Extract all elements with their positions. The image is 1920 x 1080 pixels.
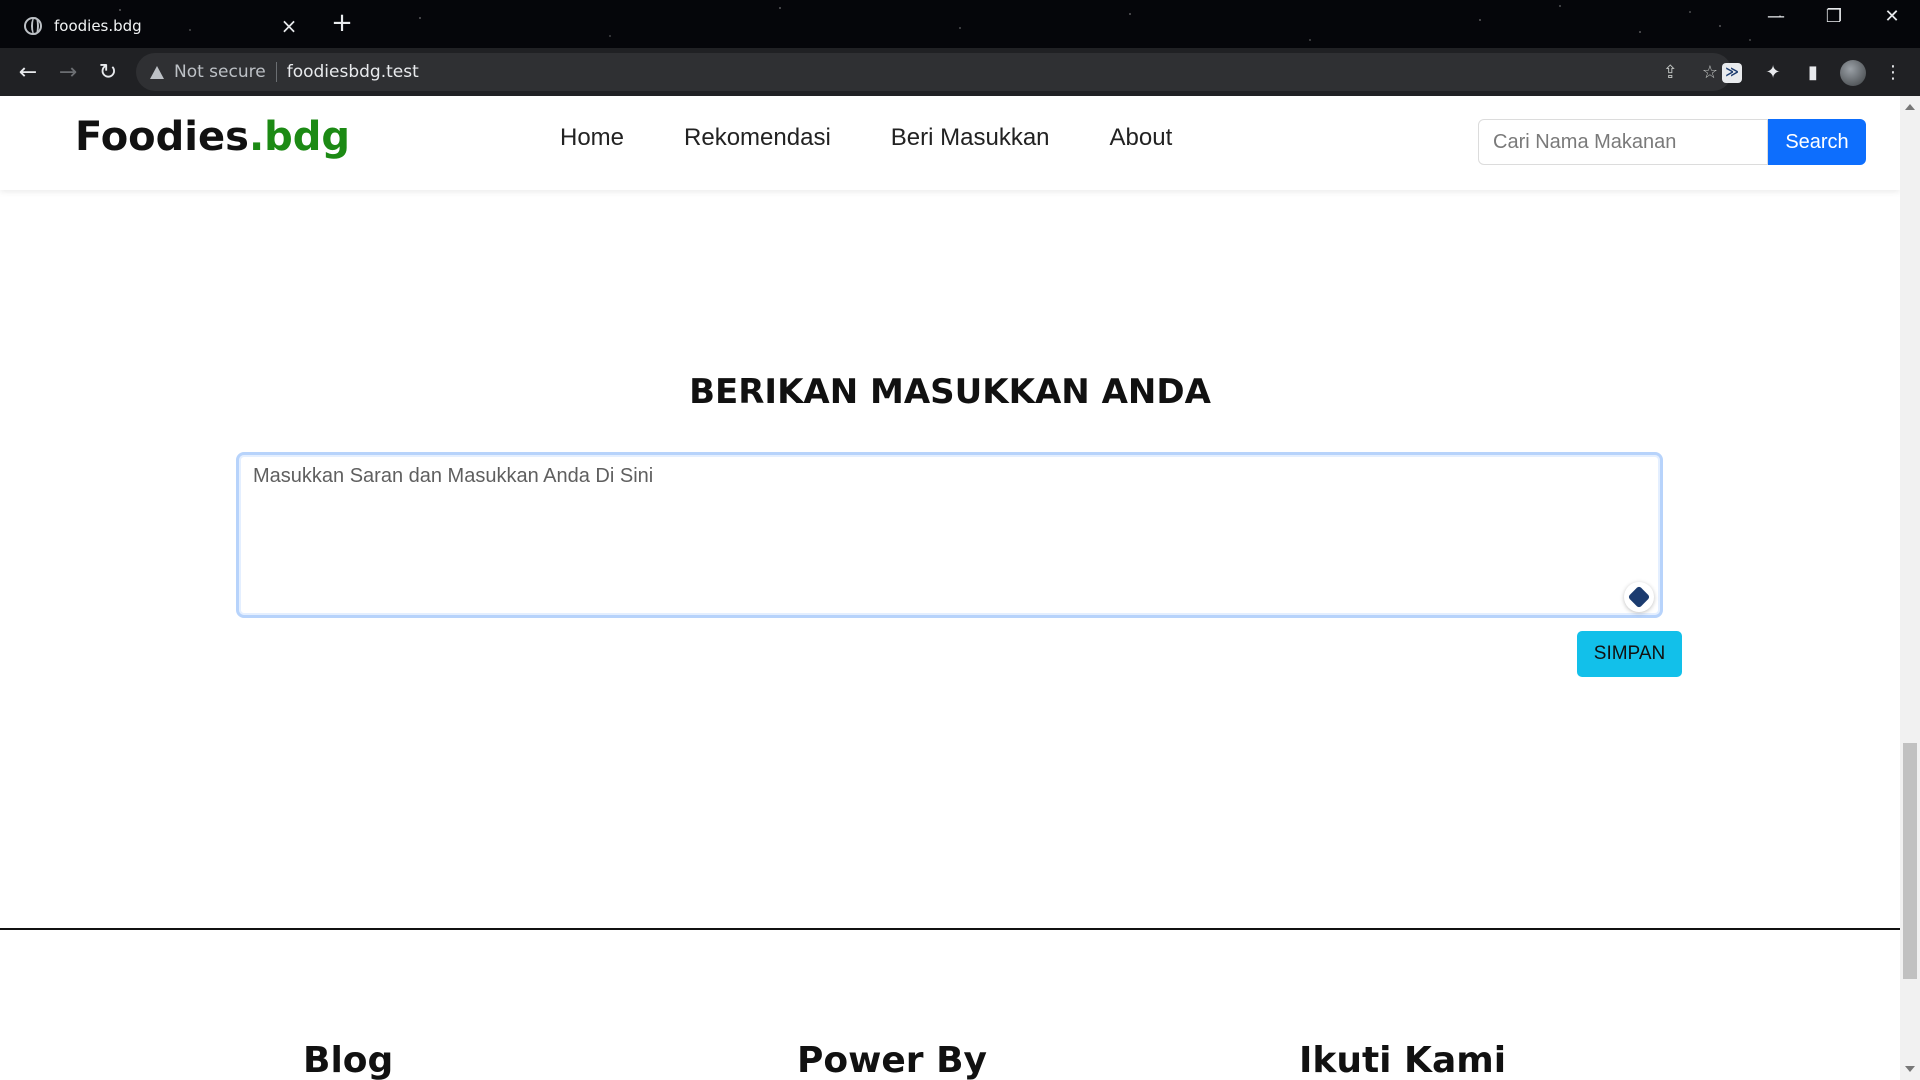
minimize-button[interactable]: — — [1756, 6, 1796, 34]
tab-title: foodies.bdg — [54, 17, 142, 35]
close-window-button[interactable]: ✕ — [1872, 6, 1912, 34]
scroll-down-arrow-icon[interactable] — [1905, 1066, 1915, 1072]
main-menu: Home Rekomendasi Beri Masukkan About — [560, 124, 1172, 152]
nav-item-rekomendasi[interactable]: Rekomendasi — [684, 124, 831, 152]
reload-button[interactable]: ↻ — [88, 52, 128, 92]
footer-heading-ikuti-kami: Ikuti Kami — [1299, 1040, 1507, 1080]
search-input[interactable] — [1478, 119, 1768, 165]
new-tab-button[interactable]: + — [326, 8, 358, 40]
address-bar-actions: ⇪ ☆ — [1663, 62, 1718, 83]
search-form: Search — [1478, 119, 1866, 165]
footer-divider — [0, 928, 1900, 930]
back-button[interactable]: ← — [8, 52, 48, 92]
globe-icon — [24, 17, 42, 35]
page-scrollbar[interactable] — [1900, 96, 1920, 1080]
footer-heading-blog: Blog — [303, 1040, 394, 1080]
brand-logo[interactable]: Foodies.bdg — [75, 114, 350, 160]
puzzle-icon[interactable]: ✦ — [1760, 60, 1786, 86]
feedback-textarea[interactable] — [236, 452, 1663, 618]
side-panel-icon[interactable]: ▮ — [1800, 60, 1826, 86]
restore-button[interactable]: ❐ — [1814, 6, 1854, 34]
forward-button[interactable]: → — [48, 52, 88, 92]
address-separator — [275, 62, 277, 82]
extension-icon[interactable]: ≫ — [1722, 63, 1742, 83]
browser-tab[interactable]: foodies.bdg × — [8, 4, 316, 48]
share-icon[interactable]: ⇪ — [1663, 62, 1678, 83]
brand-main: Foodies — [75, 114, 249, 160]
profile-avatar[interactable] — [1840, 60, 1866, 86]
bookmark-star-icon[interactable]: ☆ — [1702, 62, 1718, 83]
page-title: BERIKAN MASUKKAN ANDA — [689, 372, 1211, 412]
browser-toolbar: ← → ↻ Not secure foodiesbdg.test ⇪ ☆ ≫ ✦… — [0, 48, 1920, 96]
tab-close-icon[interactable]: × — [278, 14, 300, 38]
scroll-up-arrow-icon[interactable] — [1905, 104, 1915, 110]
browser-menu-icon[interactable]: ⋮ — [1880, 60, 1906, 86]
page-viewport: Foodies.bdg Home Rekomendasi Beri Masukk… — [0, 96, 1900, 1080]
nav-item-about[interactable]: About — [1110, 124, 1173, 152]
footer-heading-power-by: Power By — [797, 1040, 987, 1080]
save-button[interactable]: SIMPAN — [1577, 631, 1682, 677]
brand-accent: .bdg — [248, 114, 351, 160]
scrollbar-thumb[interactable] — [1903, 743, 1917, 979]
nav-item-home[interactable]: Home — [560, 124, 624, 152]
site-navbar: Foodies.bdg Home Rekomendasi Beri Masukk… — [0, 96, 1900, 190]
address-bar[interactable]: Not secure foodiesbdg.test ⇪ ☆ — [136, 53, 1732, 91]
search-button[interactable]: Search — [1768, 119, 1866, 165]
browser-tab-strip: foodies.bdg × + — ❐ ✕ — [0, 0, 1920, 48]
nav-item-beri-masukkan[interactable]: Beri Masukkan — [891, 124, 1050, 152]
url-text[interactable]: foodiesbdg.test — [287, 62, 419, 82]
security-label[interactable]: Not secure — [174, 62, 266, 82]
grammar-extension-icon[interactable] — [1624, 582, 1654, 612]
warning-icon — [150, 65, 164, 79]
